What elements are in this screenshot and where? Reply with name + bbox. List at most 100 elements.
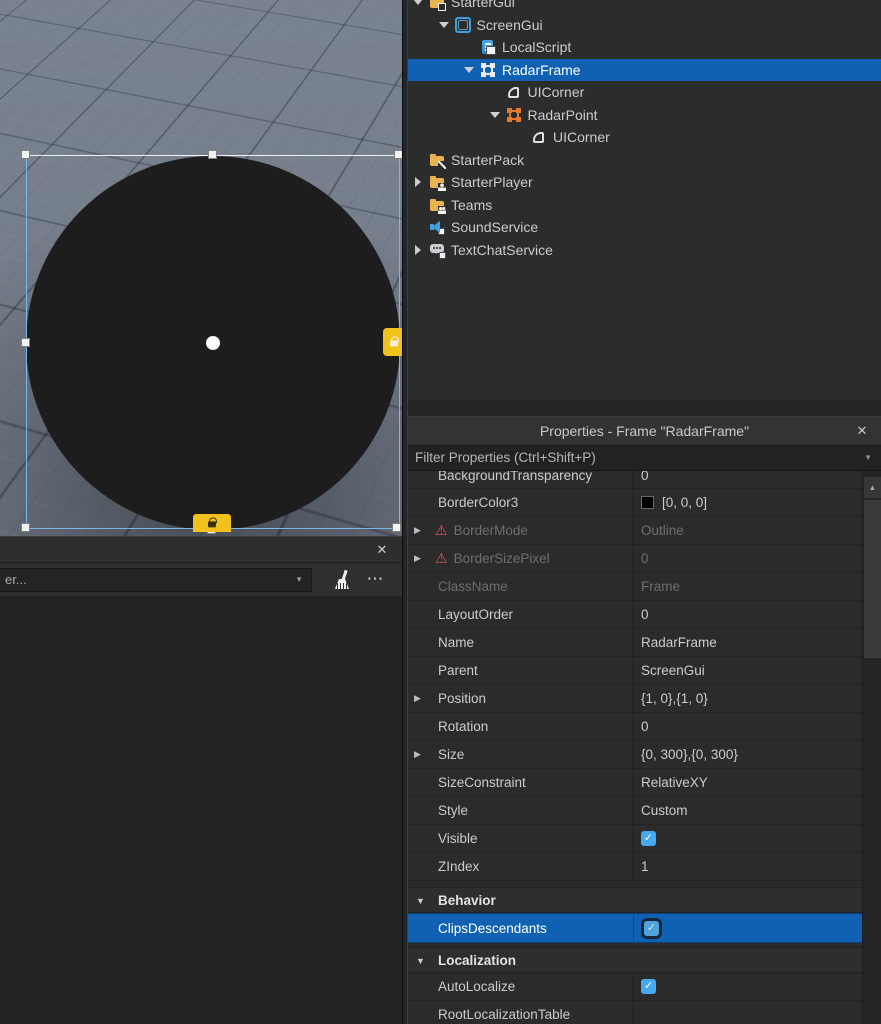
expand-arrow-icon[interactable]: ▶ (414, 685, 421, 712)
property-row-style[interactable]: Style Custom (408, 797, 862, 825)
explorer-item-startergui[interactable]: StarterGui (408, 0, 881, 14)
property-row-rotation[interactable]: Rotation 0 (408, 713, 862, 741)
expand-arrow-icon[interactable]: ▶ (414, 517, 421, 544)
property-value[interactable]: [0, 0, 0] (662, 489, 707, 516)
property-row-bordersizepixel[interactable]: ▶⚠BorderSizePixel 0 (408, 545, 862, 573)
property-row-autolocalize[interactable]: AutoLocalize ✓ (408, 973, 862, 1001)
property-row-clipsdescendants[interactable]: ClipsDescendants ✓ (408, 913, 862, 943)
section-header-behavior[interactable]: ▼ Behavior (408, 887, 862, 913)
collapse-arrow-icon[interactable]: ▼ (416, 888, 425, 914)
checkbox-checked[interactable]: ✓ (644, 921, 659, 936)
property-name: Size (438, 747, 464, 762)
expand-arrow-icon[interactable]: ▶ (414, 545, 421, 572)
close-icon[interactable]: ✕ (853, 422, 871, 440)
expand-arrow-icon[interactable] (412, 244, 426, 256)
color-swatch[interactable] (641, 496, 654, 509)
lock-badge-right[interactable] (383, 328, 402, 356)
explorer-item-uicorner-1[interactable]: UICorner (408, 81, 881, 104)
more-options-button[interactable]: ⋯ (362, 567, 388, 591)
property-name: BorderMode (454, 523, 528, 538)
lock-icon (208, 521, 216, 527)
lock-badge-bottom[interactable] (193, 514, 231, 532)
resize-handle-bottom-right[interactable] (392, 523, 401, 532)
gui-badge-icon (438, 3, 446, 11)
folder-gui-icon (429, 0, 445, 10)
properties-titlebar: Properties - Frame "RadarFrame" (408, 417, 881, 446)
checkbox-checked[interactable]: ✓ (641, 979, 656, 994)
chevron-down-icon[interactable]: ▼ (295, 569, 303, 591)
explorer-item-starterpack[interactable]: StarterPack (408, 149, 881, 172)
property-value[interactable]: {0, 300},{0, 300} (641, 741, 738, 768)
property-name: ClassName (438, 579, 508, 594)
explorer-item-soundservice[interactable]: SoundService (408, 216, 881, 239)
properties-filter-input[interactable]: Filter Properties (Ctrl+Shift+P) ▼ (408, 446, 881, 471)
frame-icon-orange (506, 107, 522, 123)
close-icon[interactable]: ✕ (373, 541, 391, 559)
collapse-arrow-icon[interactable] (412, 0, 426, 8)
property-row-size[interactable]: ▶ Size {0, 300},{0, 300} (408, 741, 862, 769)
chat-dots (433, 247, 435, 249)
output-content[interactable] (0, 597, 402, 1024)
property-value[interactable]: RelativeXY (641, 769, 708, 796)
collapse-arrow-icon[interactable]: ▼ (416, 948, 425, 974)
collapse-arrow-icon[interactable] (438, 19, 452, 31)
chat-icon (429, 242, 445, 258)
resize-handle-top-middle[interactable] (208, 150, 217, 159)
property-value[interactable]: 0 (641, 601, 649, 628)
output-filter-text: er... (5, 572, 27, 587)
property-row-layoutorder[interactable]: LayoutOrder 0 (408, 601, 862, 629)
property-value[interactable]: 0 (641, 471, 649, 488)
property-row-backgroundtransparency[interactable]: BackgroundTransparency 0 (408, 471, 862, 489)
resize-handle-top-right[interactable] (394, 150, 402, 159)
property-row-sizeconstraint[interactable]: SizeConstraint RelativeXY (408, 769, 862, 797)
property-row-zindex[interactable]: ZIndex 1 (408, 853, 862, 881)
property-value[interactable]: {1, 0},{1, 0} (641, 685, 708, 712)
output-filter-combobox[interactable]: er... ▼ (0, 568, 312, 592)
property-row-bordercolor3[interactable]: BorderColor3 [0, 0, 0] (408, 489, 862, 517)
hammer-badge-icon (438, 161, 446, 169)
explorer-item-label: UICorner (528, 84, 585, 100)
3d-viewport[interactable] (0, 0, 402, 536)
properties-chrome (408, 400, 881, 417)
explorer-item-starterplayer[interactable]: StarterPlayer (408, 171, 881, 194)
explorer-item-textchatservice[interactable]: TextChatService (408, 239, 881, 262)
explorer-item-localscript[interactable]: LocalScript (408, 36, 881, 59)
expand-arrow-icon[interactable]: ▶ (414, 741, 421, 768)
explorer-item-uicorner-2[interactable]: UICorner (408, 126, 881, 149)
property-row-position[interactable]: ▶Position {1, 0},{1, 0} (408, 685, 862, 713)
property-value[interactable]: RadarFrame (641, 629, 717, 656)
folder-player-icon (429, 174, 445, 190)
collapse-arrow-icon[interactable] (463, 64, 477, 76)
resize-handle-top-left[interactable] (21, 150, 30, 159)
explorer-item-radarframe[interactable]: RadarFrame (408, 59, 881, 82)
property-row-name[interactable]: Name RadarFrame (408, 629, 862, 657)
filter-placeholder: Filter Properties (Ctrl+Shift+P) (415, 450, 596, 465)
explorer-item-teams[interactable]: Teams (408, 194, 881, 217)
property-row-bordermode[interactable]: ▶⚠BorderMode Outline (408, 517, 862, 545)
scroll-up-button[interactable]: ▲ (864, 477, 881, 498)
section-header-localization[interactable]: ▼ Localization (408, 947, 862, 973)
explorer-item-radarpoint[interactable]: RadarPoint (408, 104, 881, 127)
radar-point-dot[interactable] (206, 336, 220, 350)
property-row-classname[interactable]: ClassName Frame (408, 573, 862, 601)
resize-handle-middle-left[interactable] (21, 338, 30, 347)
expand-arrow-icon[interactable] (412, 176, 426, 188)
properties-scrollbar[interactable]: ▲ (862, 471, 881, 1024)
clear-output-button[interactable] (331, 570, 353, 592)
property-row-rootlocalizationtable[interactable]: RootLocalizationTable (408, 1001, 862, 1024)
property-value[interactable]: ScreenGui (641, 657, 705, 684)
collapse-arrow-icon[interactable] (489, 109, 503, 121)
property-value[interactable]: 0 (641, 713, 649, 740)
property-row-visible[interactable]: Visible ✓ (408, 825, 862, 853)
lock-icon (390, 340, 398, 346)
chevron-down-icon[interactable]: ▼ (864, 446, 872, 470)
property-value[interactable]: 1 (641, 853, 649, 880)
checkbox-checked[interactable]: ✓ (641, 831, 656, 846)
property-value[interactable]: Outline (641, 517, 684, 544)
scrollbar-thumb[interactable] (864, 500, 881, 658)
property-row-parent[interactable]: Parent ScreenGui (408, 657, 862, 685)
resize-handle-bottom-left[interactable] (21, 523, 30, 532)
explorer-item-screengui[interactable]: ScreenGui (408, 14, 881, 37)
property-value[interactable]: Custom (641, 797, 688, 824)
property-value[interactable]: 0 (641, 545, 649, 572)
